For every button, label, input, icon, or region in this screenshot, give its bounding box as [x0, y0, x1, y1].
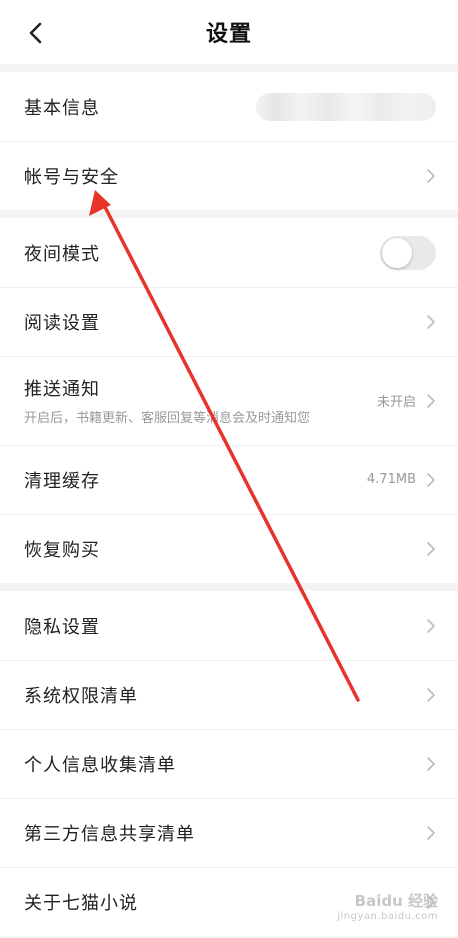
- basic-info-label: 基本信息: [24, 97, 100, 119]
- third-party-list-label: 第三方信息共享清单: [24, 823, 195, 845]
- privacy-settings-label: 隐私设置: [24, 616, 100, 638]
- clear-cache-row[interactable]: 清理缓存 4.71MB: [0, 445, 458, 514]
- personal-info-list-label: 个人信息收集清单: [24, 754, 176, 776]
- restore-purchase-label: 恢复购买: [24, 539, 100, 561]
- clear-cache-label: 清理缓存: [24, 470, 100, 492]
- restore-purchase-row[interactable]: 恢复购买: [0, 514, 458, 583]
- reading-settings-label: 阅读设置: [24, 312, 100, 334]
- basic-info-blurred-value: [256, 92, 436, 121]
- night-mode-label: 夜间模式: [24, 243, 100, 265]
- basic-info-row[interactable]: 基本信息: [0, 72, 458, 141]
- chevron-right-icon: [427, 687, 435, 702]
- watermark-url: jingyan.baidu.com: [337, 911, 438, 922]
- chevron-right-icon: [427, 756, 435, 771]
- chevron-right-icon: [427, 314, 435, 329]
- section-divider: [0, 64, 458, 72]
- cache-size-value: 4.71MB: [366, 472, 416, 487]
- account-group: 基本信息 帐号与安全: [0, 72, 458, 210]
- watermark: Baidu 经验 jingyan.baidu.com: [337, 890, 438, 922]
- permissions-list-label: 系统权限清单: [24, 685, 138, 707]
- night-mode-toggle[interactable]: [380, 235, 436, 270]
- top-bar: 设置: [0, 0, 458, 64]
- toggle-knob: [382, 237, 412, 268]
- permissions-list-row[interactable]: 系统权限清单: [0, 660, 458, 729]
- chevron-right-icon: [427, 541, 435, 556]
- personal-info-list-row[interactable]: 个人信息收集清单: [0, 729, 458, 798]
- push-notify-description: 开启后，书籍更新、客服回复等消息会及时通知您: [24, 411, 311, 426]
- page-title: 设置: [205, 22, 252, 47]
- chevron-right-icon: [427, 393, 435, 408]
- back-button[interactable]: [20, 18, 50, 48]
- chevron-right-icon: [427, 618, 435, 633]
- push-notify-status: 未开启: [376, 395, 416, 410]
- chevron-left-icon: [29, 22, 42, 44]
- account-security-row[interactable]: 帐号与安全: [0, 141, 458, 210]
- third-party-list-row[interactable]: 第三方信息共享清单: [0, 798, 458, 867]
- account-security-label: 帐号与安全: [24, 166, 119, 188]
- section-divider: [0, 210, 458, 218]
- chevron-right-icon: [427, 472, 435, 487]
- reading-settings-row[interactable]: 阅读设置: [0, 287, 458, 356]
- push-notify-row[interactable]: 推送通知 开启后，书籍更新、客服回复等消息会及时通知您 未开启: [0, 356, 458, 445]
- push-notify-label: 推送通知: [24, 379, 100, 400]
- chevron-right-icon: [427, 168, 435, 183]
- chevron-right-icon: [427, 825, 435, 840]
- section-divider: [0, 583, 458, 591]
- watermark-text: Baidu 经验: [354, 892, 438, 910]
- privacy-group: 隐私设置 系统权限清单 个人信息收集清单 第三方信息共享清单 关于七猫小说: [0, 591, 458, 936]
- night-mode-row: 夜间模式: [0, 218, 458, 287]
- privacy-settings-row[interactable]: 隐私设置: [0, 591, 458, 660]
- general-group: 夜间模式 阅读设置 推送通知 开启后，书籍更新、客服回复等消息会及时通知您 未开…: [0, 218, 458, 583]
